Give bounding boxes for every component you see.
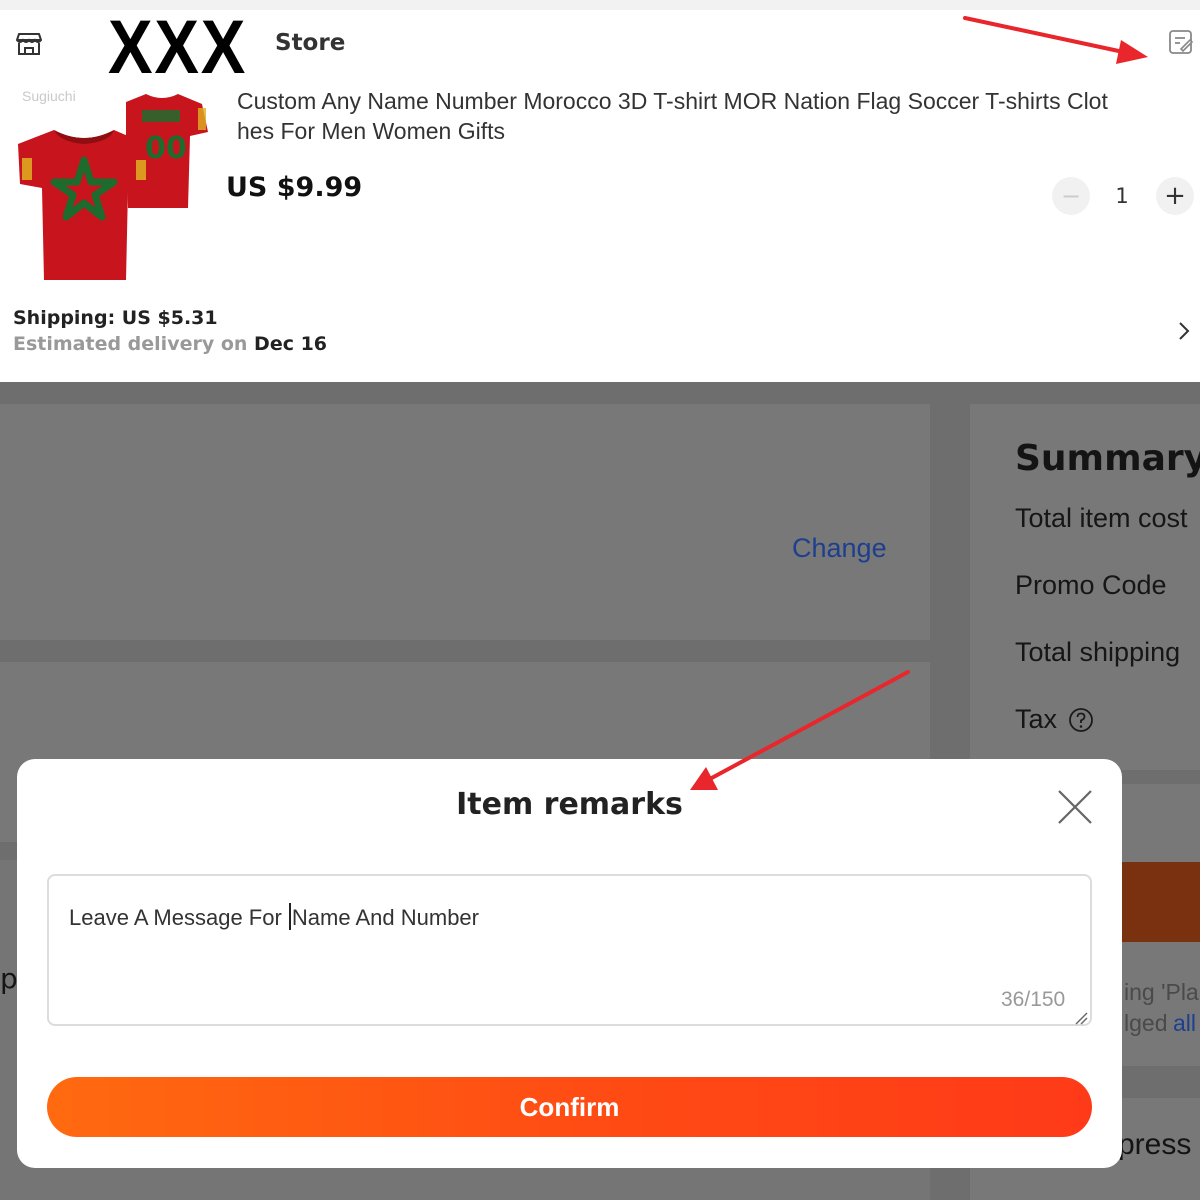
product-title-line-1: Custom Any Name Number Morocco 3D T-shir… bbox=[237, 88, 1108, 114]
quantity-value: 1 bbox=[1115, 184, 1129, 208]
store-logo: XXX bbox=[108, 5, 248, 90]
change-address-link[interactable]: Change bbox=[792, 533, 887, 564]
product-title-line-2: hes For Men Women Gifts bbox=[237, 118, 505, 144]
delivery-date: Dec 16 bbox=[254, 333, 328, 355]
modal-title: Item remarks bbox=[456, 787, 683, 822]
summary-tax: Tax bbox=[1015, 704, 1058, 734]
item-remarks-modal: Item remarks Leave A Message For Name An… bbox=[17, 759, 1122, 1168]
remark-textarea[interactable]: Leave A Message For Name And Number 36/1… bbox=[47, 874, 1092, 1026]
summary-total-shipping: Total shipping bbox=[1015, 637, 1181, 667]
product-price: US $9.99 bbox=[226, 172, 363, 203]
chevron-right-icon[interactable] bbox=[1174, 318, 1194, 344]
plus-icon: + bbox=[1164, 181, 1186, 211]
text-caret bbox=[288, 903, 291, 930]
confirm-button[interactable]: Confirm bbox=[47, 1077, 1092, 1137]
shipping-cost: Shipping: US $5.31 bbox=[13, 307, 218, 329]
summary-title: Summary bbox=[1015, 438, 1200, 479]
resize-handle-icon[interactable] bbox=[1074, 1011, 1088, 1025]
order-notice-link[interactable]: all bbox=[1173, 1008, 1196, 1039]
close-icon[interactable] bbox=[1057, 789, 1093, 825]
edit-remark-icon[interactable] bbox=[1167, 28, 1195, 56]
help-icon[interactable] bbox=[1068, 707, 1094, 733]
store-name[interactable]: Store bbox=[275, 30, 345, 56]
quantity-decrease-button[interactable]: − bbox=[1052, 177, 1090, 215]
express-delivery-label: press bbox=[1118, 1128, 1192, 1161]
summary-promo-code[interactable]: Promo Code bbox=[1015, 570, 1167, 601]
order-notice-line-1: ing 'Pla bbox=[1124, 979, 1199, 1005]
image-watermark: Sugiuchi bbox=[22, 88, 76, 104]
remark-text-after-caret: Name And Number bbox=[291, 905, 479, 930]
summary-total-item-cost: Total item cost bbox=[1015, 503, 1188, 533]
place-order-button[interactable] bbox=[1118, 862, 1200, 942]
delivery-estimate: Estimated delivery on Dec 16 bbox=[13, 333, 327, 355]
quantity-increase-button[interactable]: + bbox=[1156, 177, 1194, 215]
product-image[interactable]: 00 bbox=[14, 84, 212, 284]
product-title[interactable]: Custom Any Name Number Morocco 3D T-shir… bbox=[237, 86, 1137, 146]
minus-icon: − bbox=[1060, 182, 1082, 210]
address-panel bbox=[0, 404, 930, 640]
remark-text: Leave A Message For Name And Number bbox=[69, 903, 479, 931]
remark-text-before-caret: Leave A Message For bbox=[69, 905, 288, 930]
delivery-label: Estimated delivery on bbox=[13, 333, 255, 355]
left-edge-text: p bbox=[0, 962, 18, 995]
character-counter: 36/150 bbox=[1001, 988, 1066, 1011]
store-icon[interactable] bbox=[14, 28, 44, 58]
svg-text:00: 00 bbox=[145, 131, 187, 166]
